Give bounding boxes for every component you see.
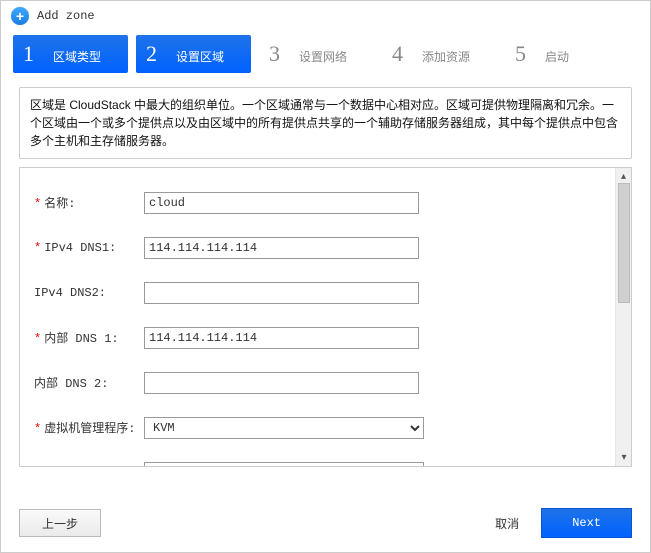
step-label: 区域类型: [53, 48, 101, 65]
network-offering-select[interactable]: DefaultSharedNetworkOfferingWithSGServic…: [144, 462, 424, 467]
row-internal-dns1: *内部 DNS 1:: [34, 315, 601, 360]
wizard-header: Add zone: [1, 1, 650, 31]
step-number: 3: [269, 41, 291, 67]
step-label: 设置区域: [176, 48, 224, 65]
zone-form-panel: *名称: *IPv4 DNS1: IPv4 DNS2: *内部 DNS 1: 内…: [19, 167, 632, 467]
step-nav: 1 区域类型 2 设置区域 3 设置网络 4 添加资源 5 启动: [1, 31, 650, 81]
row-network-offering: 网络方案: DefaultSharedNetworkOfferingWithSG…: [34, 450, 601, 466]
ipv4-dns1-input[interactable]: [144, 237, 419, 259]
step-number: 5: [515, 41, 537, 67]
row-ipv4-dns1: *IPv4 DNS1:: [34, 225, 601, 270]
row-internal-dns2: 内部 DNS 2:: [34, 360, 601, 405]
wizard-footer: 上一步 取消 Next: [1, 498, 650, 552]
step-setup-network[interactable]: 3 设置网络: [259, 35, 374, 73]
step-setup-zone[interactable]: 2 设置区域: [136, 35, 251, 73]
previous-button[interactable]: 上一步: [19, 509, 101, 537]
ipv4-dns2-input[interactable]: [144, 282, 419, 304]
zone-description: 区域是 CloudStack 中最大的组织单位。一个区域通常与一个数据中心相对应…: [19, 87, 632, 159]
step-number: 1: [23, 41, 45, 67]
plus-icon: [11, 7, 29, 25]
label-hypervisor: *虚拟机管理程序:: [34, 419, 144, 436]
label-internal-dns1: *内部 DNS 1:: [34, 329, 144, 346]
row-ipv4-dns2: IPv4 DNS2:: [34, 270, 601, 315]
next-button[interactable]: Next: [541, 508, 632, 538]
internal-dns2-input[interactable]: [144, 372, 419, 394]
step-label: 启动: [545, 48, 569, 65]
row-name: *名称:: [34, 180, 601, 225]
scroll-down-icon[interactable]: [617, 450, 631, 464]
label-network-offering: 网络方案:: [34, 464, 144, 466]
step-label: 设置网络: [299, 48, 347, 65]
step-number: 2: [146, 41, 168, 67]
hypervisor-select[interactable]: KVM: [144, 417, 424, 439]
add-zone-wizard: { "header": { "title": "Add zone" }, "st…: [0, 0, 651, 553]
step-zone-type[interactable]: 1 区域类型: [13, 35, 128, 73]
name-input[interactable]: [144, 192, 419, 214]
step-add-resources[interactable]: 4 添加资源: [382, 35, 497, 73]
zone-form: *名称: *IPv4 DNS1: IPv4 DNS2: *内部 DNS 1: 内…: [20, 168, 615, 466]
label-ipv4-dns2: IPv4 DNS2:: [34, 286, 144, 300]
label-ipv4-dns1: *IPv4 DNS1:: [34, 241, 144, 255]
cancel-link[interactable]: 取消: [495, 515, 519, 532]
scroll-thumb[interactable]: [618, 183, 630, 303]
label-name: *名称:: [34, 194, 144, 211]
wizard-title: Add zone: [37, 9, 95, 23]
label-internal-dns2: 内部 DNS 2:: [34, 374, 144, 391]
footer-right: 取消 Next: [495, 508, 632, 538]
step-launch[interactable]: 5 启动: [505, 35, 620, 73]
step-number: 4: [392, 41, 414, 67]
form-scrollbar[interactable]: [615, 168, 631, 466]
internal-dns1-input[interactable]: [144, 327, 419, 349]
scroll-up-icon[interactable]: [617, 169, 631, 183]
row-hypervisor: *虚拟机管理程序: KVM: [34, 405, 601, 450]
step-label: 添加资源: [422, 48, 470, 65]
